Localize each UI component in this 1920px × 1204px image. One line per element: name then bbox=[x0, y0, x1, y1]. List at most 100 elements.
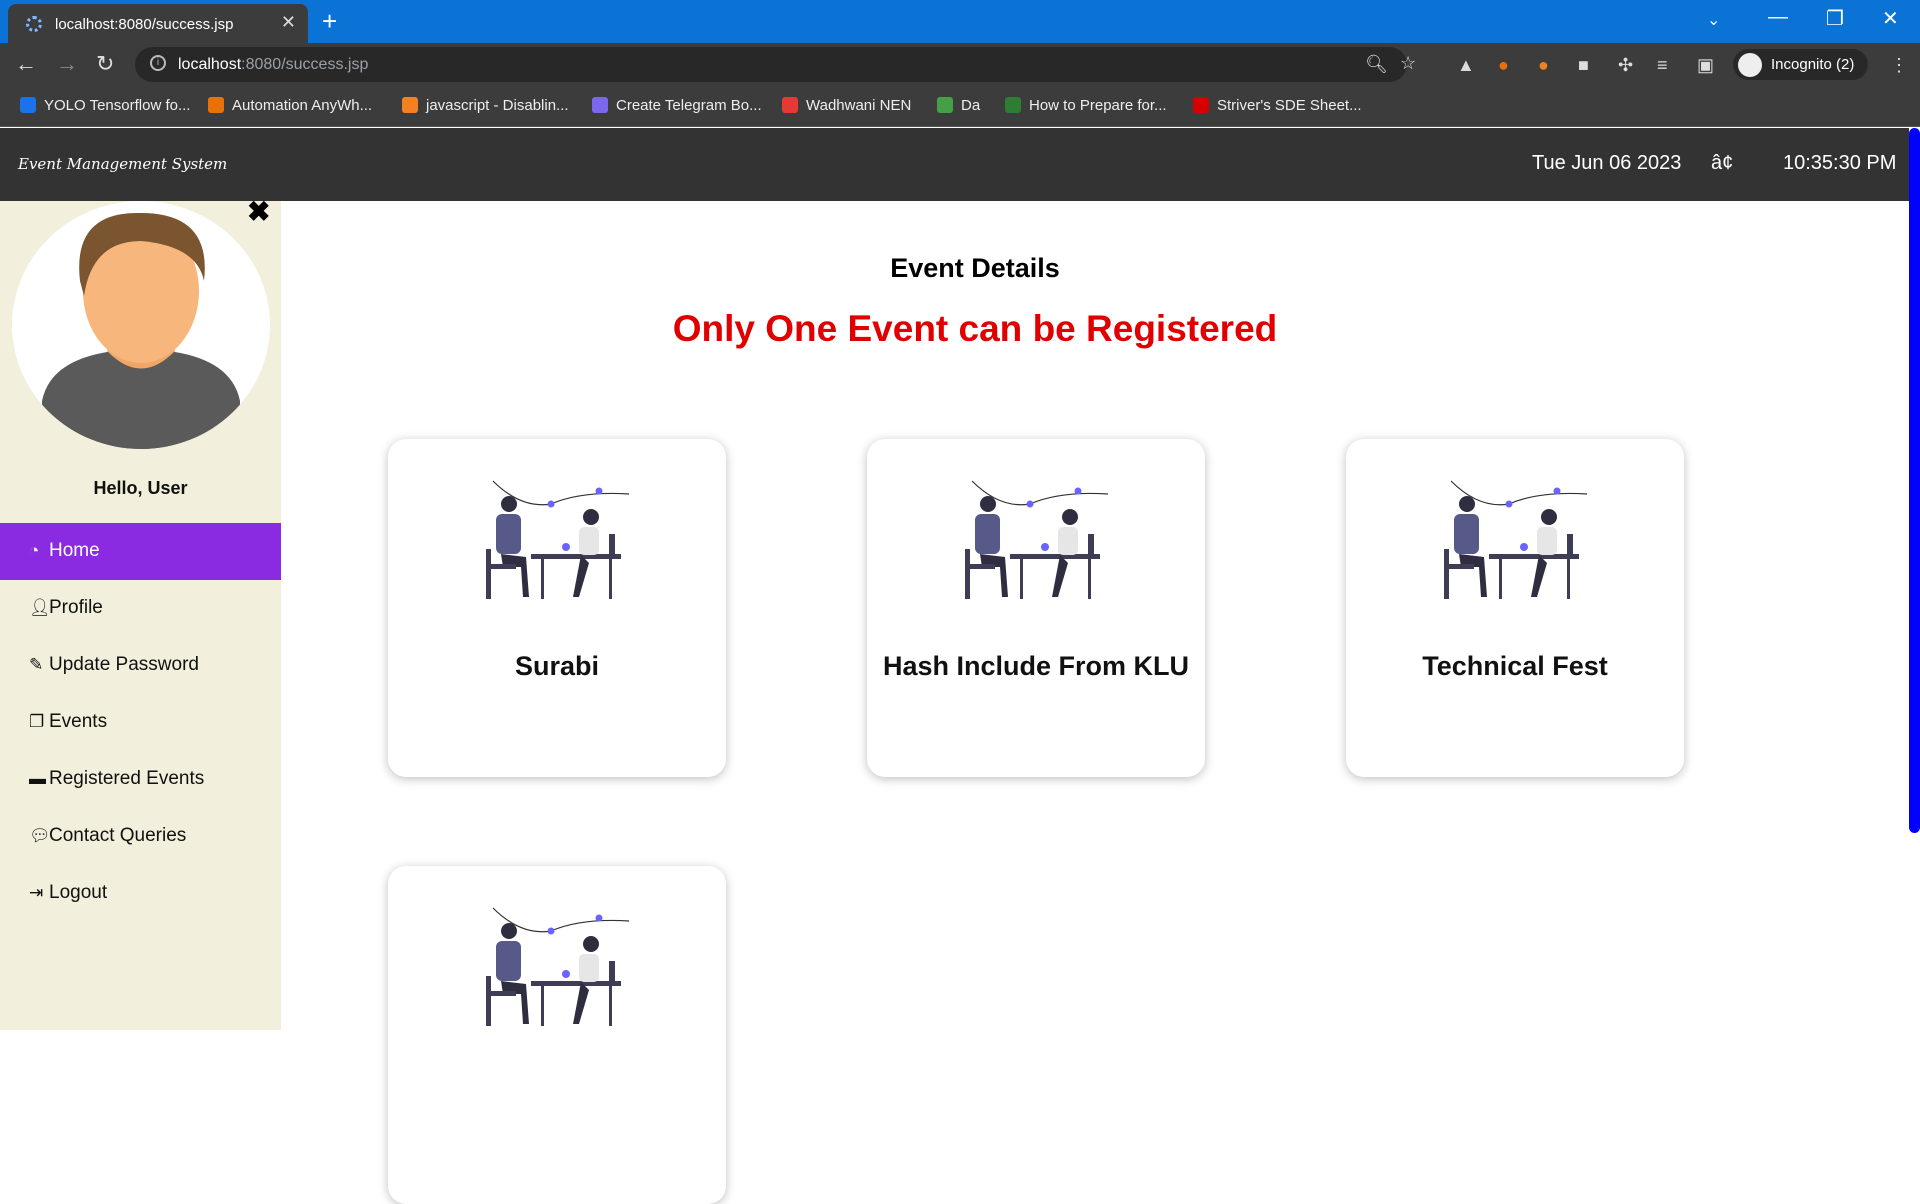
url-path: :8080/success.jsp bbox=[241, 56, 369, 73]
browser-toolbar: ← → ↻ i localhost:8080/success.jsp 🔍︎ ☆ … bbox=[0, 43, 1920, 87]
main-content: Event Details Only One Event can be Regi… bbox=[281, 201, 1909, 1204]
bookmark-favicon-icon bbox=[208, 97, 224, 113]
url-text: localhost:8080/success.jsp bbox=[178, 56, 368, 74]
bookmark-label: Da bbox=[961, 97, 981, 114]
bookmark-item[interactable]: Create Telegram Bo... bbox=[592, 97, 762, 114]
bookmark-item[interactable]: Da bbox=[937, 97, 980, 114]
event-card[interactable]: Surabi bbox=[388, 439, 726, 777]
header-time: 10:35:30 PM bbox=[1783, 152, 1897, 174]
bookmark-item[interactable]: Striver's SDE Sheet... bbox=[1193, 97, 1362, 114]
credit-card-icon: ▬ bbox=[29, 769, 46, 788]
site-info-icon[interactable]: i bbox=[150, 55, 166, 71]
user-icon: 👤︎ bbox=[29, 598, 51, 617]
tab-title: localhost:8080/success.jsp bbox=[55, 16, 234, 33]
reload-button[interactable]: ↻ bbox=[96, 51, 114, 77]
extensions-puzzle-icon[interactable]: ✣ bbox=[1618, 55, 1633, 76]
sidebar-item-label: Events bbox=[49, 711, 108, 732]
comments-icon: 💬︎ bbox=[29, 826, 51, 845]
restore-button[interactable]: ❐ bbox=[1826, 6, 1844, 31]
page-title: Event Details bbox=[890, 253, 1060, 283]
page-scrollbar-thumb[interactable] bbox=[1909, 128, 1920, 833]
bookmark-item[interactable]: YOLO Tensorflow fo... bbox=[20, 97, 190, 114]
bookmark-label: Automation AnyWh... bbox=[232, 97, 373, 114]
event-name: Hash Include From KLU bbox=[882, 651, 1190, 681]
new-tab-button[interactable]: + bbox=[322, 6, 337, 37]
loading-favicon-icon bbox=[26, 16, 42, 32]
bookmark-favicon-icon bbox=[1005, 97, 1021, 113]
bookmark-favicon-icon bbox=[592, 97, 608, 113]
sidebar-item-registered-events[interactable]: ▬ Registered Events bbox=[0, 751, 281, 808]
bookmark-label: How to Prepare for... bbox=[1029, 97, 1167, 114]
bookmarks-bar: YOLO Tensorflow fo... Automation AnyWh..… bbox=[0, 87, 1920, 127]
sidebar-item-events[interactable]: ❐ Events bbox=[0, 694, 281, 751]
event-card[interactable] bbox=[388, 866, 726, 1204]
sidebar-item-label: Contact Queries bbox=[49, 825, 187, 846]
media-queue-icon[interactable]: ≡ bbox=[1657, 55, 1668, 76]
bookmark-item[interactable]: How to Prepare for... bbox=[1005, 97, 1167, 114]
header-date: Tue Jun 06 2023 bbox=[1532, 152, 1682, 174]
profile-label: Incognito (2) bbox=[1771, 56, 1855, 73]
tab-close-icon[interactable]: ✕ bbox=[281, 12, 296, 33]
event-name: Surabi bbox=[514, 651, 600, 681]
sidebar-item-label: Update Password bbox=[49, 654, 199, 675]
tab-search-icon[interactable]: ⌄ bbox=[1707, 10, 1720, 30]
event-dinner-illustration-icon bbox=[965, 480, 1109, 599]
sidebar-item-logout[interactable]: ⇥ Logout bbox=[0, 865, 281, 922]
sidebar-item-update-password[interactable]: ✎ Update Password bbox=[0, 637, 281, 694]
app-header: Event Management System Tue Jun 06 2023 … bbox=[0, 128, 1920, 201]
copy-icon: ❐ bbox=[29, 712, 45, 731]
bookmark-item[interactable]: Automation AnyWh... bbox=[208, 97, 372, 114]
url-host: localhost bbox=[178, 56, 242, 73]
bookmark-label: YOLO Tensorflow fo... bbox=[44, 97, 191, 114]
incognito-icon bbox=[1738, 53, 1762, 77]
back-button[interactable]: ← bbox=[15, 51, 37, 77]
registration-warning: Only One Event can be Registered bbox=[672, 308, 1278, 349]
sidebar-item-label: Home bbox=[49, 540, 100, 561]
bookmark-label: javascript - Disablin... bbox=[426, 97, 569, 114]
extension-drive-icon[interactable]: ▲ bbox=[1457, 55, 1475, 76]
bookmark-label: Striver's SDE Sheet... bbox=[1217, 97, 1362, 114]
greeting: Hello, User bbox=[93, 478, 188, 498]
event-card[interactable]: Hash Include From KLU bbox=[867, 439, 1205, 777]
bookmark-star-icon[interactable]: ☆ bbox=[1400, 53, 1416, 74]
browser-menu-icon[interactable]: ⋮ bbox=[1890, 55, 1908, 76]
event-dinner-illustration-icon bbox=[486, 907, 630, 1026]
minimize-button[interactable]: — bbox=[1768, 6, 1788, 29]
brand-title[interactable]: Event Management System bbox=[18, 155, 227, 173]
browser-tab-strip: localhost:8080/success.jsp ✕ + ⌄ — ❐ ✕ bbox=[0, 0, 1920, 43]
sidebar-item-home[interactable]: ◔ Home bbox=[0, 523, 281, 580]
bookmark-label: Wadhwani NEN bbox=[806, 97, 912, 114]
address-bar[interactable]: i localhost:8080/success.jsp 🔍︎ ☆ bbox=[135, 47, 1416, 82]
event-dinner-illustration-icon bbox=[486, 480, 630, 599]
event-name: Technical Fest bbox=[1422, 651, 1608, 681]
bookmark-favicon-icon bbox=[937, 97, 953, 113]
bookmark-favicon-icon bbox=[20, 97, 36, 113]
forward-button[interactable]: → bbox=[56, 51, 78, 77]
close-sidebar-icon[interactable]: ✖ bbox=[247, 195, 270, 228]
extension-box-icon[interactable]: ■ bbox=[1578, 55, 1589, 76]
bookmark-favicon-icon bbox=[782, 97, 798, 113]
edit-icon: ✎ bbox=[29, 655, 44, 674]
extension-c-icon[interactable]: ● bbox=[1498, 55, 1509, 76]
sign-out-icon: ⇥ bbox=[29, 883, 44, 902]
bookmark-favicon-icon bbox=[402, 97, 418, 113]
event-dinner-illustration-icon bbox=[1444, 480, 1588, 599]
bookmark-item[interactable]: javascript - Disablin... bbox=[402, 97, 569, 114]
side-panel-icon[interactable]: ▣ bbox=[1697, 55, 1714, 76]
browser-tab[interactable]: localhost:8080/success.jsp ✕ bbox=[8, 4, 308, 43]
header-separator: â¢ bbox=[1711, 152, 1734, 174]
bookmark-favicon-icon bbox=[1193, 97, 1209, 113]
extension-fire-icon[interactable]: ● bbox=[1538, 55, 1549, 76]
bookmark-item[interactable]: Wadhwani NEN bbox=[782, 97, 911, 114]
sidebar-item-label: Profile bbox=[49, 597, 103, 618]
sidebar-item-label: Logout bbox=[49, 882, 108, 903]
bookmark-label: Create Telegram Bo... bbox=[616, 97, 762, 114]
sidebar-item-label: Registered Events bbox=[49, 768, 205, 789]
incognito-profile-button[interactable]: Incognito (2) bbox=[1733, 49, 1868, 80]
event-card[interactable]: Technical Fest bbox=[1346, 439, 1684, 777]
close-window-button[interactable]: ✕ bbox=[1882, 6, 1899, 31]
sidebar-item-contact-queries[interactable]: 💬︎ Contact Queries bbox=[0, 808, 281, 865]
sidebar-item-profile[interactable]: 👤︎ Profile bbox=[0, 580, 281, 637]
zoom-icon[interactable]: 🔍︎ bbox=[1365, 54, 1388, 75]
dashboard-icon: ◔ bbox=[29, 541, 40, 560]
